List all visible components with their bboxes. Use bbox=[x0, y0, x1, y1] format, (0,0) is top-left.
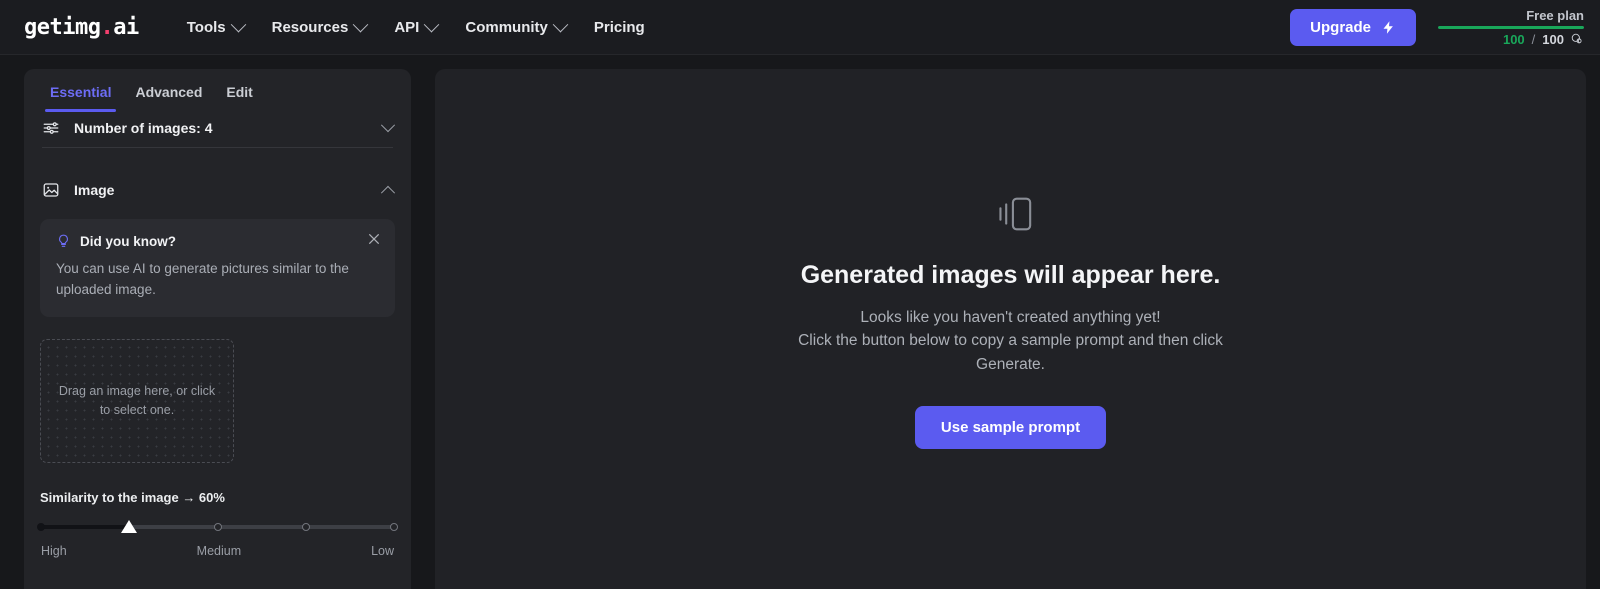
section-title: Image bbox=[74, 182, 115, 198]
tab-edit[interactable]: Edit bbox=[216, 75, 262, 110]
nav-item-tools[interactable]: Tools bbox=[173, 11, 258, 44]
plan-label: Free plan bbox=[1526, 7, 1584, 23]
lightning-bolt-icon bbox=[1383, 20, 1393, 34]
chevron-down-icon bbox=[353, 16, 369, 32]
nav-label: Community bbox=[465, 18, 548, 36]
slider-track-fill bbox=[41, 525, 130, 530]
upgrade-button[interactable]: Upgrade bbox=[1290, 8, 1416, 46]
did-you-know-callout: Did you know? You can use AI to generate… bbox=[40, 219, 395, 318]
gallery-icon bbox=[998, 197, 1031, 231]
empty-state: Generated images will appear here. Looks… bbox=[776, 191, 1246, 450]
sidebar-tabs: Essential Advanced Edit bbox=[24, 69, 411, 112]
site-logo[interactable]: getimg.ai bbox=[24, 15, 139, 40]
button-label: Use sample prompt bbox=[940, 419, 1081, 437]
use-sample-prompt-button[interactable]: Use sample prompt bbox=[914, 406, 1107, 450]
main-navigation: Tools Resources API Community Pricing bbox=[173, 11, 659, 44]
scale-label-high: High bbox=[41, 544, 67, 559]
chevron-down-icon bbox=[380, 118, 396, 133]
similarity-slider-block: Similarity to the image → 60% High Mediu… bbox=[37, 490, 398, 578]
credits-coins-icon bbox=[1571, 33, 1582, 44]
callout-title: Did you know? bbox=[80, 233, 176, 249]
top-header: getimg.ai Tools Resources API Community … bbox=[0, 0, 1600, 55]
credits-progress-fill bbox=[1438, 25, 1584, 29]
chevron-down-icon bbox=[424, 16, 440, 32]
nav-item-pricing[interactable]: Pricing bbox=[580, 11, 659, 44]
credits-counter: 100 / 100 bbox=[1503, 32, 1584, 47]
slider-tick[interactable] bbox=[37, 523, 45, 532]
nav-label: Tools bbox=[186, 18, 226, 36]
logo-text: getimg bbox=[24, 14, 101, 40]
lightbulb-icon bbox=[59, 234, 68, 247]
logo-dot: . bbox=[100, 14, 114, 40]
dropzone-label: Drag an image here, or click to select o… bbox=[58, 383, 216, 418]
image-dropzone[interactable]: Drag an image here, or click to select o… bbox=[40, 339, 234, 464]
section-title: Number of images: 4 bbox=[74, 120, 213, 136]
scale-label-medium: Medium bbox=[196, 544, 242, 559]
page-body: Essential Advanced Edit Number of images… bbox=[0, 55, 1600, 589]
chevron-down-icon bbox=[230, 16, 246, 32]
tab-advanced[interactable]: Advanced bbox=[125, 75, 212, 110]
tab-label: Edit bbox=[226, 84, 253, 100]
plan-credits-widget[interactable]: Free plan 100 / 100 bbox=[1438, 8, 1584, 47]
chevron-down-icon bbox=[552, 16, 569, 32]
nav-item-community[interactable]: Community bbox=[451, 11, 580, 44]
credits-separator: / bbox=[1531, 31, 1536, 47]
slider-tick[interactable] bbox=[390, 523, 398, 532]
close-icon[interactable] bbox=[366, 231, 382, 247]
slider-tick[interactable] bbox=[213, 523, 222, 532]
logo-suffix: ai bbox=[113, 14, 139, 40]
callout-header: Did you know? bbox=[56, 233, 379, 249]
nav-label: Pricing bbox=[593, 18, 645, 36]
credits-progress-bar bbox=[1438, 25, 1584, 29]
tab-label: Advanced bbox=[135, 84, 203, 100]
generated-images-panel: Generated images will appear here. Looks… bbox=[435, 69, 1586, 589]
credits-total: 100 bbox=[1542, 31, 1564, 47]
empty-state-title: Generated images will appear here. bbox=[800, 260, 1221, 289]
callout-body: You can use AI to generate pictures simi… bbox=[56, 261, 349, 297]
similarity-slider[interactable] bbox=[37, 519, 398, 535]
header-right-cluster: Upgrade Free plan 100 / 100 bbox=[1290, 8, 1584, 47]
section-number-of-images[interactable]: Number of images: 4 bbox=[40, 110, 396, 147]
nav-item-resources[interactable]: Resources bbox=[258, 11, 381, 44]
section-image[interactable]: Image bbox=[40, 172, 396, 209]
slider-tick[interactable] bbox=[301, 523, 310, 532]
credits-used: 100 bbox=[1502, 31, 1525, 47]
nav-label: API bbox=[394, 18, 420, 36]
empty-state-subtitle: Looks like you haven't created anything … bbox=[798, 308, 1223, 373]
nav-item-api[interactable]: API bbox=[380, 11, 451, 44]
settings-sidebar: Essential Advanced Edit Number of images… bbox=[24, 69, 411, 589]
sidebar-scroll-area[interactable]: Number of images: 4 Image Did you know? … bbox=[24, 110, 411, 589]
chevron-up-icon bbox=[380, 185, 396, 200]
scale-label-low: Low bbox=[371, 544, 394, 559]
photo-icon bbox=[43, 183, 59, 197]
slider-scale-labels: High Medium Low bbox=[40, 544, 395, 558]
similarity-slider-label: Similarity to the image → 60% bbox=[40, 490, 225, 506]
nav-label: Resources bbox=[271, 18, 349, 36]
tab-label: Essential bbox=[50, 84, 112, 100]
tab-essential[interactable]: Essential bbox=[40, 75, 121, 112]
upgrade-label: Upgrade bbox=[1310, 18, 1371, 36]
slider-thumb[interactable] bbox=[121, 520, 138, 534]
sliders-icon bbox=[43, 122, 59, 134]
